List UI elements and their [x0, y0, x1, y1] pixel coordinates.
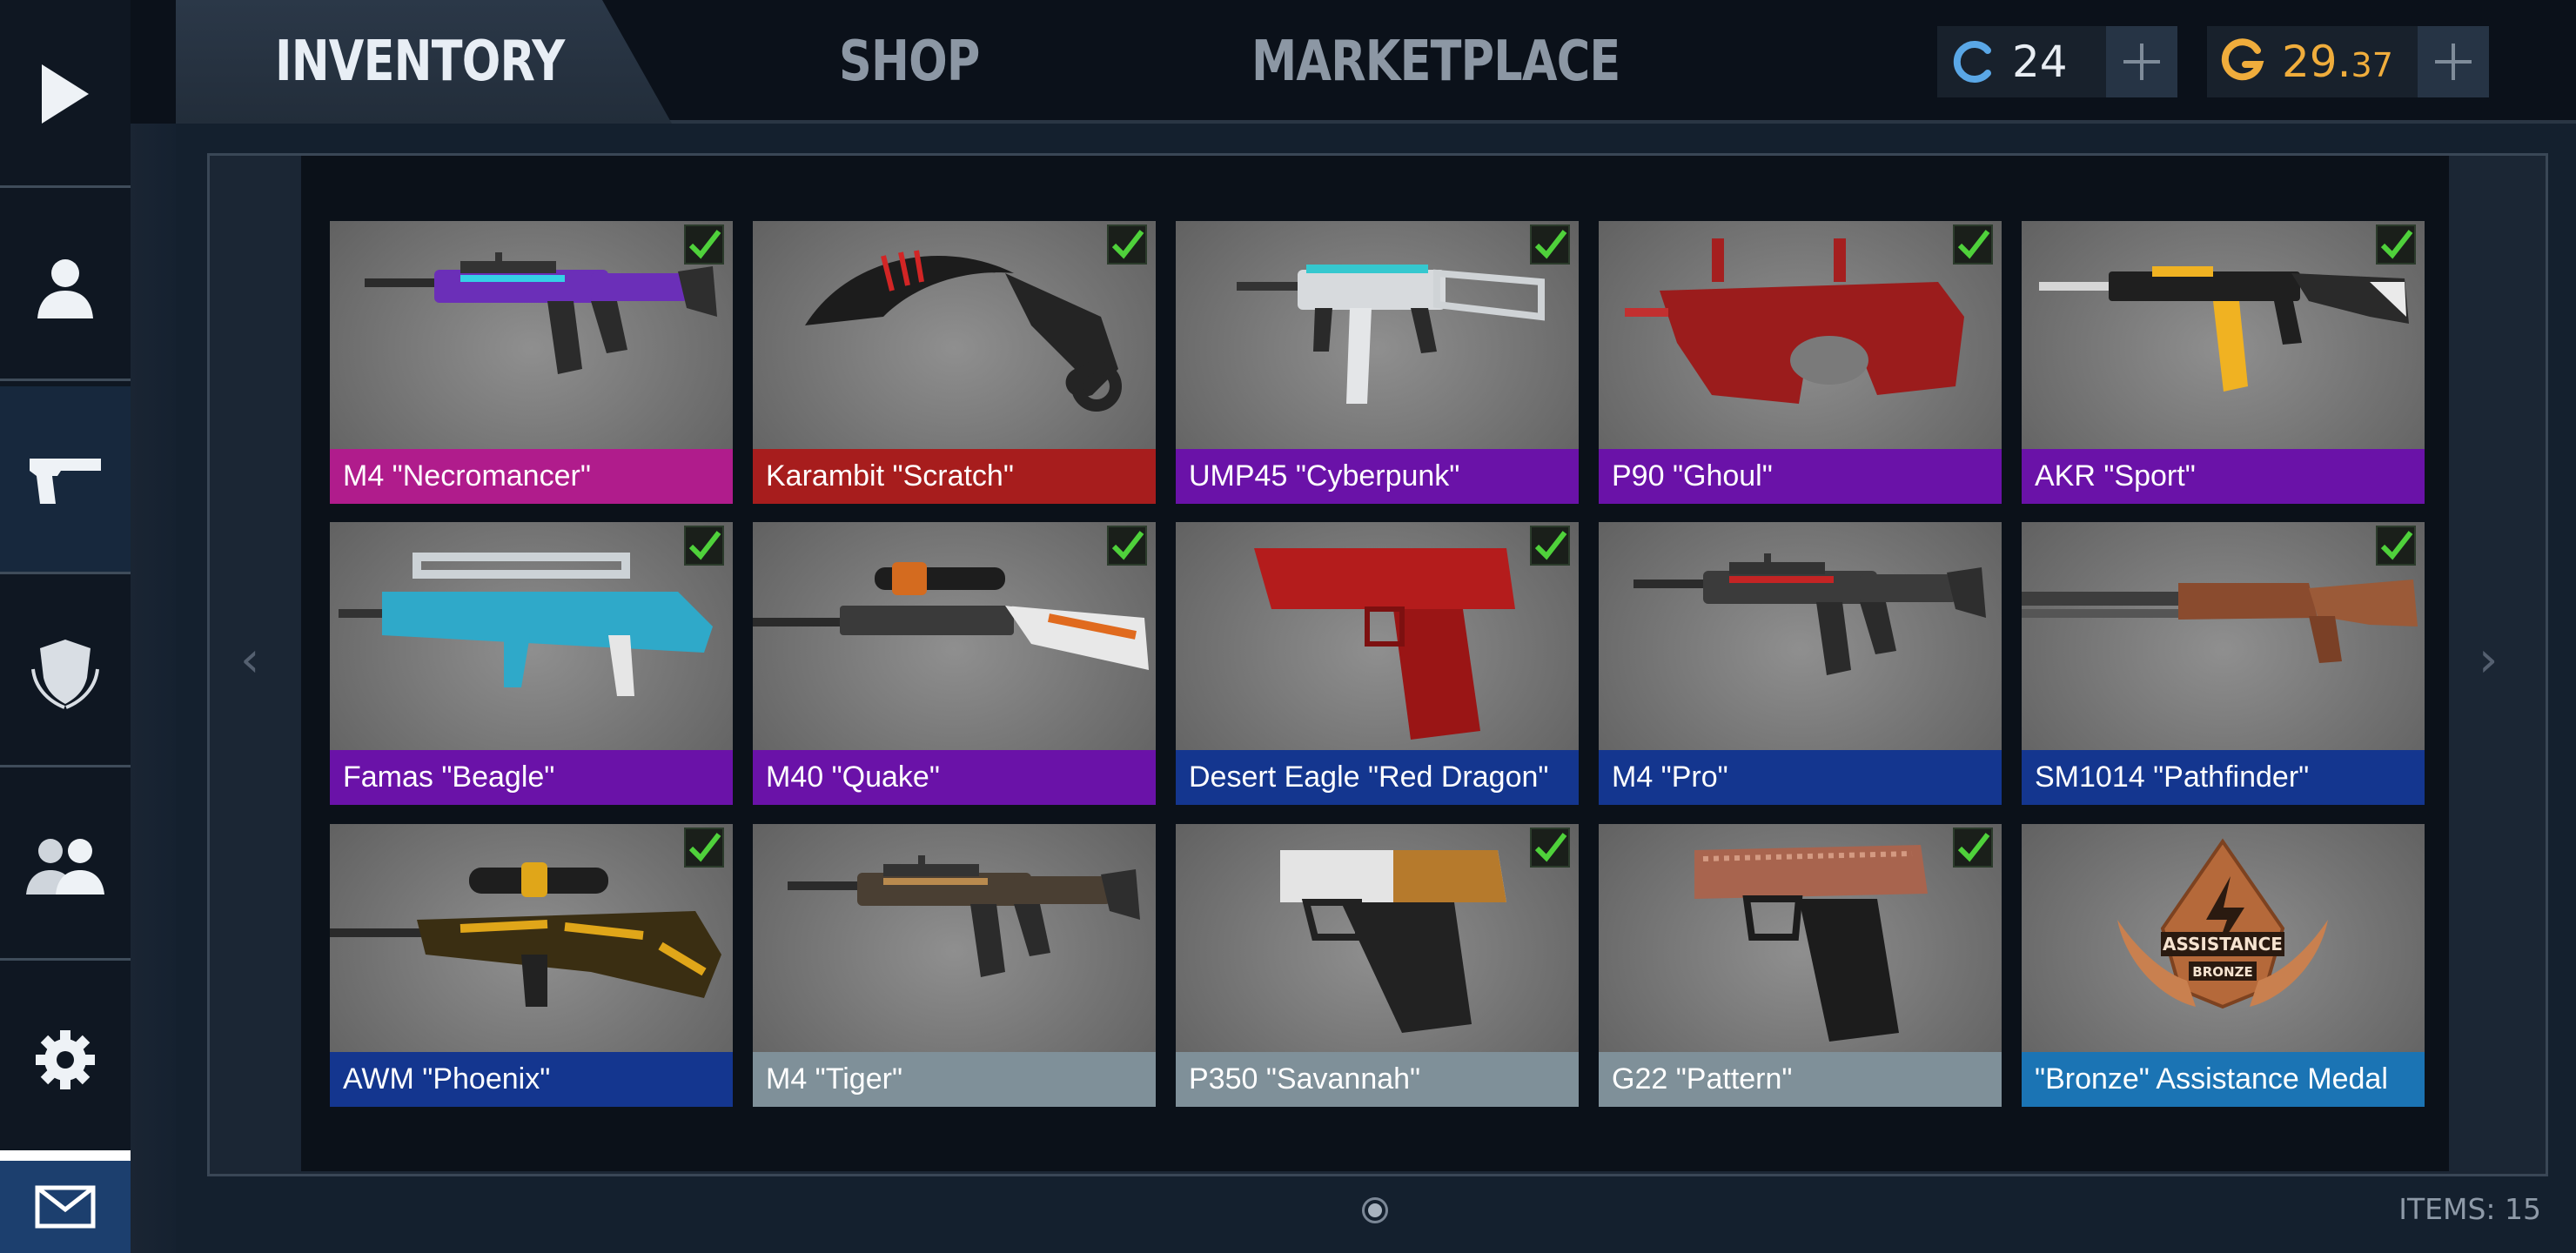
add-credits-button[interactable] [2106, 26, 2177, 97]
sidebar-item-messages[interactable] [0, 1150, 131, 1253]
pistol-icon [30, 459, 101, 504]
equipped-check-icon [684, 526, 724, 566]
sidebar-item-settings[interactable] [0, 966, 131, 1154]
plus-icon [2123, 44, 2160, 80]
item-image [805, 250, 1122, 412]
sidebar-item-inventory[interactable] [0, 386, 131, 574]
inventory-card[interactable]: M40 "Quake" [753, 522, 1156, 805]
equipped-check-icon [684, 224, 724, 265]
equipped-check-icon [1953, 828, 1993, 868]
inventory-card[interactable]: AWM "Phoenix" [330, 824, 733, 1107]
inventory-card[interactable]: P90 "Ghoul" [1599, 221, 2002, 504]
item-image [753, 562, 1149, 670]
play-icon [42, 64, 89, 124]
equipped-check-icon [2376, 526, 2416, 566]
credits-value: 24 [2012, 37, 2068, 87]
item-name: G22 "Pattern" [1599, 1052, 2002, 1107]
inventory-card[interactable]: G22 "Pattern" [1599, 824, 2002, 1107]
inventory-card[interactable]: M4 "Pro" [1599, 522, 2002, 805]
shield-icon [31, 640, 99, 709]
item-image [1280, 850, 1506, 1033]
item-name: UMP45 "Cyberpunk" [1176, 449, 1579, 504]
inventory-card[interactable]: Karambit "Scratch" [753, 221, 1156, 504]
sidebar-item-profile[interactable] [0, 193, 131, 381]
svg-text:BRONZE: BRONZE [2192, 964, 2252, 980]
item-image [1625, 238, 1964, 404]
equipped-check-icon [1107, 224, 1147, 265]
item-image [1694, 845, 1928, 1042]
item-name: AKR "Sport" [2022, 449, 2425, 504]
item-image [365, 252, 717, 374]
sidebar-item-play[interactable] [0, 0, 131, 188]
credits-balance: 24 [1937, 26, 2177, 97]
inventory-card[interactable]: M4 "Necromancer" [330, 221, 733, 504]
inventory-card[interactable]: UMP45 "Cyberpunk" [1176, 221, 1579, 504]
inventory-card[interactable]: M4 "Tiger" [753, 824, 1156, 1107]
equipped-check-icon [1530, 224, 1570, 265]
mail-icon [35, 1185, 96, 1229]
item-name: M4 "Pro" [1599, 750, 2002, 805]
item-name: M4 "Tiger" [753, 1052, 1156, 1107]
item-name: SM1014 "Pathfinder" [2022, 750, 2425, 805]
gold-value-main: 29. [2282, 37, 2351, 87]
tab-marketplace[interactable]: MARKETPLACE [1251, 0, 1620, 124]
tab-inventory[interactable]: INVENTORY [275, 0, 565, 124]
item-name: Famas "Beagle" [330, 750, 733, 805]
equipped-check-icon [1530, 526, 1570, 566]
sidebar [0, 0, 131, 1253]
item-name: P90 "Ghoul" [1599, 449, 2002, 504]
gold-value-fraction: 37 [2351, 46, 2393, 84]
item-name: M4 "Necromancer" [330, 449, 733, 504]
item-name: Desert Eagle "Red Dragon" [1176, 750, 1579, 805]
plus-icon [2435, 44, 2472, 80]
inventory-card[interactable]: AKR "Sport" [2022, 221, 2425, 504]
gear-icon [36, 1030, 95, 1089]
credits-icon [1937, 26, 2009, 97]
item-image [1633, 553, 1986, 675]
item-image [2039, 266, 2409, 392]
equipped-check-icon [1953, 224, 1993, 265]
gold-icon [2207, 26, 2278, 97]
item-image [2022, 580, 2418, 663]
item-image [788, 855, 1140, 977]
equipped-check-icon [1107, 526, 1147, 566]
equipped-check-icon [684, 828, 724, 868]
item-name: P350 "Savannah" [1176, 1052, 1579, 1107]
item-image: ASSISTANCE BRONZE [2117, 838, 2328, 1009]
item-name: M40 "Quake" [753, 750, 1156, 805]
item-name: Karambit "Scratch" [753, 449, 1156, 504]
items-count: ITEMS: 15 [2398, 1192, 2541, 1226]
item-image [1237, 265, 1545, 404]
item-name: "Bronze" Assistance Medal [2022, 1052, 2425, 1107]
add-gold-button[interactable] [2418, 26, 2489, 97]
next-page-arrow[interactable]: › [2479, 632, 2498, 688]
gold-value: 29.37 [2278, 37, 2393, 87]
equipped-check-icon [2376, 224, 2416, 265]
prev-page-arrow[interactable]: ‹ [240, 632, 259, 688]
inventory-card[interactable]: P350 "Savannah" [1176, 824, 1579, 1107]
sidebar-divider [131, 0, 176, 1253]
inventory-card[interactable]: SM1014 "Pathfinder" [2022, 522, 2425, 805]
gold-balance: 29.37 [2207, 26, 2489, 97]
item-name: AWM "Phoenix" [330, 1052, 733, 1107]
tab-shop[interactable]: SHOP [839, 0, 980, 124]
item-image [1254, 548, 1515, 740]
page-indicator[interactable] [1362, 1197, 1388, 1223]
svg-text:ASSISTANCE: ASSISTANCE [2163, 934, 2283, 955]
inventory-card[interactable]: Famas "Beagle" [330, 522, 733, 805]
equipped-check-icon [1530, 828, 1570, 868]
sidebar-item-friends[interactable] [0, 773, 131, 961]
inventory-card[interactable]: ASSISTANCE BRONZE "Bronze" Assistance Med… [2022, 824, 2425, 1107]
sidebar-item-clan[interactable] [0, 580, 131, 767]
inventory-card[interactable]: Desert Eagle "Red Dragon" [1176, 522, 1579, 805]
item-image [330, 862, 721, 1007]
profile-icon [37, 259, 93, 318]
item-image [339, 553, 713, 696]
friends-icon [26, 839, 104, 895]
